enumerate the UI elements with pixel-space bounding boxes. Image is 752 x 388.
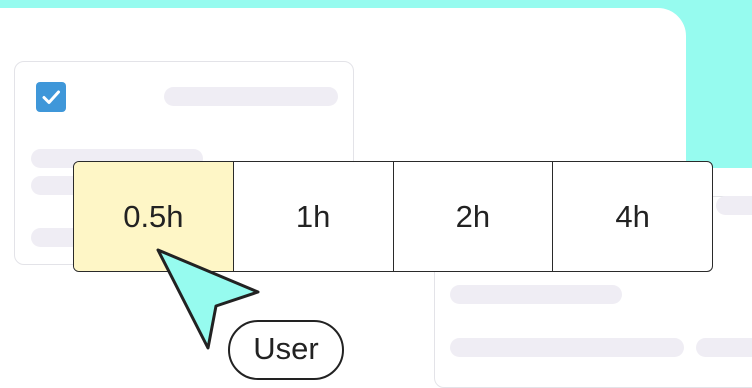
placeholder-bar	[164, 87, 338, 106]
task-checkbox[interactable]	[36, 82, 66, 112]
placeholder-bar	[450, 285, 622, 304]
placeholder-bar	[450, 338, 684, 357]
placeholder-bar	[716, 196, 752, 215]
duration-option-2h[interactable]: 2h	[392, 162, 553, 271]
user-label: User	[228, 320, 344, 380]
check-icon	[42, 90, 60, 104]
duration-option-4h[interactable]: 4h	[552, 162, 712, 271]
placeholder-bar	[696, 338, 752, 357]
